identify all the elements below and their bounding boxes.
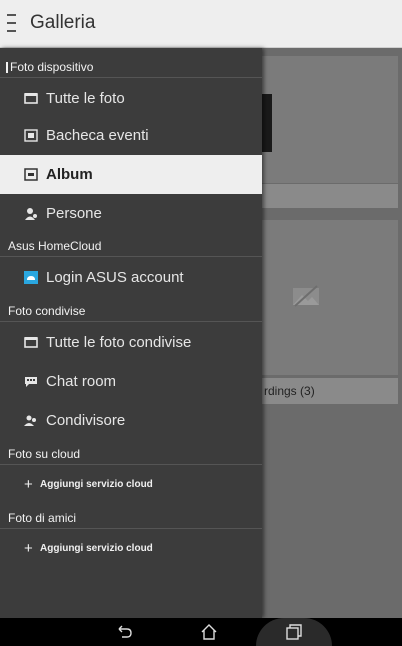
add-cloud-service-label: Aggiungi servizio cloud [40,479,153,490]
album-thumbnail[interactable] [262,220,398,375]
app-bar: Galleria [0,0,402,48]
drawer-item-event-board[interactable]: Bacheca eventi [0,116,262,155]
drawer-item-label: Tutte le foto [46,90,125,107]
add-cloud-service-label: Aggiungi servizio cloud [40,543,153,554]
album-caption-bar [262,184,398,208]
plus-icon: + [24,476,33,493]
sharer-icon [24,415,36,426]
drawer-item-sharer[interactable]: Condivisore [0,401,262,440]
section-asus-homecloud: Asus HomeCloud [0,235,262,257]
system-navigation-bar [0,618,402,646]
section-device-photos: Foto dispositivo [0,56,262,78]
drawer-item-label: Condivisore [46,412,126,429]
drawer-item-chat-room[interactable]: Chat room [0,362,262,401]
drawer-item-label: Persone [46,205,102,222]
album-icon [24,168,38,181]
album-thumbnail[interactable] [262,56,398,183]
menu-icon[interactable] [7,14,16,32]
add-cloud-service-button[interactable]: + Aggiungi servizio cloud [0,534,262,564]
drawer-item-label: Album [46,166,93,183]
no-image-icon [293,285,319,307]
navigation-drawer: Foto dispositivo Tutte le foto Bacheca e… [0,48,262,618]
drawer-item-label: Bacheca eventi [46,127,149,144]
album-caption: rdings [264,384,297,398]
people-icon [25,208,37,220]
album-count: (3) [300,384,315,398]
drawer-item-login-asus[interactable]: Login ASUS account [0,258,262,297]
drawer-item-label: Chat room [46,373,117,390]
section-shared-photos: Foto condivise [0,300,262,322]
plus-icon: + [24,540,33,557]
back-icon[interactable] [114,622,134,642]
chat-icon [25,377,37,387]
drawer-item-label: Tutte le foto condivise [46,334,192,351]
drawer-item-all-shared-photos[interactable]: Tutte le foto condivise [0,323,262,362]
section-friends-photos: Foto di amici [0,507,262,529]
event-board-icon [24,129,38,142]
drawer-item-album[interactable]: Album [0,155,262,194]
drawer-item-label: Login ASUS account [46,269,184,286]
album-caption-bar: rdings (3) [262,378,398,404]
page-title: Galleria [30,12,96,33]
photos-icon [24,93,38,104]
add-cloud-service-button[interactable]: + Aggiungi servizio cloud [0,470,262,500]
home-icon[interactable] [199,622,219,642]
recent-apps-icon[interactable] [284,622,304,642]
drawer-item-people[interactable]: Persone [0,194,262,233]
drawer-item-all-photos[interactable]: Tutte le foto [0,79,262,118]
cloud-login-icon [24,271,38,284]
section-cloud-photos: Foto su cloud [0,443,262,465]
shared-photos-icon [24,337,38,348]
